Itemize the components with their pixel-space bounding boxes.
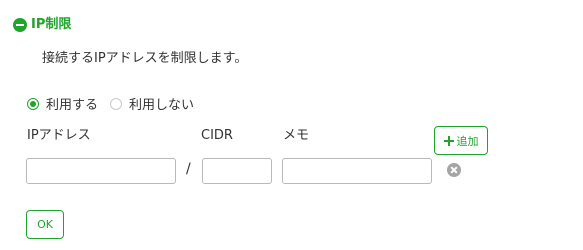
radio-use-label: 利用する [46,98,99,113]
cidr-separator: / [186,161,191,177]
radio-not-use-indicator[interactable] [110,97,123,110]
plus-icon [443,135,454,146]
cidr-label: CIDR [201,128,233,143]
section-header-ip-restriction[interactable]: IP制限 [13,17,71,33]
cidr-input[interactable] [202,158,272,184]
radio-not-use[interactable]: 利用しない [110,94,194,113]
add-button[interactable]: 追加 [434,126,488,155]
memo-input[interactable] [282,158,432,184]
radio-use-indicator[interactable] [27,97,39,110]
add-button-label: 追加 [456,134,479,148]
ip-address-label: IPアドレス [27,128,91,143]
section-description: 接続するIPアドレスを制限します。 [42,51,248,66]
minus-circle-icon[interactable] [13,18,27,32]
restriction-radio-group: 利用する 利用しない [27,94,206,113]
remove-row-icon[interactable] [447,163,461,177]
radio-use[interactable]: 利用する [27,94,98,113]
ok-button[interactable]: OK [26,210,64,239]
ip-address-input[interactable] [26,158,176,184]
memo-label: メモ [283,128,310,143]
section-title: IP制限 [31,17,72,32]
radio-not-use-label: 利用しない [129,98,195,113]
